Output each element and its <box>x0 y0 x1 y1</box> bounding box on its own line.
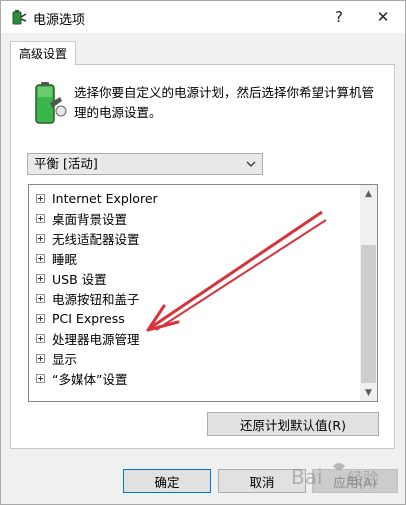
power-plan-value: 平衡 [活动] <box>34 156 98 171</box>
settings-tree[interactable]: Internet Explorer 桌面背景设置 无线适配器设置 睡眠 USB … <box>28 184 378 402</box>
expand-icon[interactable] <box>36 193 45 203</box>
chevron-down-icon <box>246 161 256 167</box>
scroll-thumb[interactable] <box>361 245 376 383</box>
expand-icon[interactable] <box>36 373 45 383</box>
close-icon: ✕ <box>376 8 390 26</box>
help-button[interactable]: ? <box>317 1 361 33</box>
tree-item-label: PCI Express <box>52 310 125 326</box>
tree-item-label: 处理器电源管理 <box>52 331 140 347</box>
tab-advanced-settings[interactable]: 高级设置 <box>10 41 76 65</box>
expand-icon[interactable] <box>36 293 45 303</box>
scroll-up-icon[interactable]: ▲ <box>360 185 377 202</box>
help-icon: ? <box>335 8 343 26</box>
tree-item[interactable]: “多媒体”设置 <box>36 368 356 388</box>
tree-item[interactable]: PCI Express <box>36 308 356 328</box>
close-button[interactable]: ✕ <box>361 1 405 33</box>
title-bar: 电源选项 ? ✕ <box>1 1 405 33</box>
expand-icon[interactable] <box>36 213 45 223</box>
vertical-scrollbar[interactable]: ▲ ▼ <box>360 185 377 401</box>
expand-icon[interactable] <box>36 253 45 263</box>
cancel-button[interactable]: 取消 <box>218 469 306 493</box>
ok-button[interactable]: 确定 <box>123 469 211 493</box>
tree-item[interactable]: 显示 <box>36 348 356 368</box>
tree-item[interactable]: 睡眠 <box>36 248 356 268</box>
power-options-icon <box>12 10 27 25</box>
tree-item-label: Internet Explorer <box>52 190 158 206</box>
expand-icon[interactable] <box>36 233 45 243</box>
scroll-down-icon[interactable]: ▼ <box>360 384 377 401</box>
tree-item-label: 睡眠 <box>52 251 78 267</box>
expand-icon[interactable] <box>36 353 45 363</box>
window-title: 电源选项 <box>33 13 86 28</box>
expand-icon[interactable] <box>36 333 45 343</box>
tree-item-label: 无线适配器设置 <box>52 231 140 247</box>
tree-item-label: 显示 <box>52 351 78 367</box>
tree-item-label: “多媒体”设置 <box>52 371 128 387</box>
apply-button[interactable]: 应用(A) <box>312 469 398 493</box>
tree-item[interactable]: 桌面背景设置 <box>36 208 356 228</box>
battery-plan-icon <box>35 82 67 124</box>
tree-item[interactable]: 无线适配器设置 <box>36 228 356 248</box>
tree-item[interactable]: Internet Explorer <box>36 188 356 208</box>
power-plan-dropdown[interactable]: 平衡 [活动] <box>27 153 263 175</box>
power-options-dialog: 电源选项 ? ✕ 高级设置 选择你要自定义的电源计划，然后选择你希望计算机管理的… <box>0 0 406 505</box>
expand-icon[interactable] <box>36 273 45 283</box>
tree-item-label: USB 设置 <box>52 271 107 287</box>
expand-icon[interactable] <box>36 313 45 323</box>
tree-item-label: 桌面背景设置 <box>52 211 128 227</box>
tree-item[interactable]: 处理器电源管理 <box>36 328 356 348</box>
tree-item[interactable]: USB 设置 <box>36 268 356 288</box>
tree-item-label: 电源按钮和盖子 <box>52 291 140 307</box>
description-text: 选择你要自定义的电源计划，然后选择你希望计算机管理的电源设置。 <box>74 85 375 120</box>
restore-defaults-button[interactable]: 还原计划默认值(R) <box>207 412 379 436</box>
tree-item[interactable]: 电源按钮和盖子 <box>36 288 356 308</box>
